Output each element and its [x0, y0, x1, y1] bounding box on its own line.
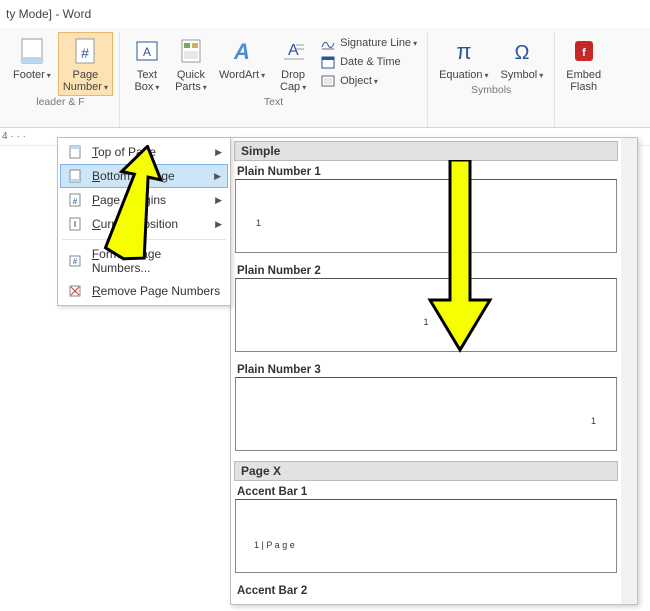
gallery-category-pagex: Page X — [234, 461, 618, 481]
object-icon — [320, 73, 336, 89]
preview-plain-1: 1 — [235, 179, 617, 253]
drop-cap-icon: A — [277, 35, 309, 67]
text-box-button[interactable]: A Text Box▾ — [126, 32, 168, 96]
gallery-category-simple: Simple — [234, 141, 618, 161]
menu-current-position[interactable]: Current Position ▶ Current Position — [60, 212, 228, 236]
symbol-icon: Ω — [506, 35, 538, 67]
signature-icon — [320, 35, 336, 51]
chevron-down-icon: ▾ — [539, 71, 543, 80]
gallery-item-plain-1[interactable]: Plain Number 1 1 — [235, 164, 617, 253]
remove-numbers-icon — [66, 283, 84, 299]
flash-icon: f — [568, 35, 600, 67]
page-bottom-icon — [66, 168, 84, 184]
preview-accent-1: 1 | P a g e — [235, 499, 617, 573]
svg-text:A: A — [233, 39, 250, 64]
gallery-item-accent-1[interactable]: Accent Bar 1 1 | P a g e — [235, 484, 617, 573]
ribbon-group-text: A Text Box▾ Quick Parts▾ A WordArt▾ A — [120, 32, 428, 127]
page-number-icon: # — [69, 35, 101, 67]
page-number-gallery: Simple Plain Number 1 1 Plain Number 2 1… — [230, 137, 638, 605]
quick-parts-button[interactable]: Quick Parts▾ — [170, 32, 212, 96]
menu-remove-page-numbers[interactable]: Remove Page Numbers Remove Page Numbers — [60, 279, 228, 303]
footer-button[interactable]: Footer▾ — [8, 32, 56, 84]
chevron-right-icon: ▶ — [215, 219, 222, 230]
svg-text:π: π — [456, 39, 471, 64]
chevron-down-icon: ▾ — [203, 83, 207, 92]
chevron-down-icon: ▾ — [302, 83, 306, 92]
page-number-button[interactable]: # Page Number▾ — [58, 32, 113, 96]
gallery-item-plain-2[interactable]: Plain Number 2 1 — [235, 263, 617, 352]
text-box-icon: A — [131, 35, 163, 67]
preview-plain-3: 1 — [235, 377, 617, 451]
gallery-item-accent-2[interactable]: Accent Bar 2 — [235, 583, 617, 598]
svg-text:f: f — [582, 47, 586, 59]
quick-parts-icon — [175, 35, 207, 67]
ribbon-group-symbols: π Equation▾ Ω Symbol▾ Symbols — [428, 32, 555, 127]
equation-icon: π — [448, 35, 480, 67]
chevron-right-icon: ▶ — [215, 147, 222, 158]
svg-text:Ω: Ω — [514, 42, 529, 64]
svg-text:A: A — [143, 45, 151, 59]
drop-cap-button[interactable]: A Drop Cap▾ — [272, 32, 314, 96]
svg-text:#: # — [73, 197, 78, 206]
title-bar: ty Mode] - Word — [0, 0, 650, 28]
svg-text:#: # — [81, 45, 89, 61]
preview-plain-2: 1 — [235, 278, 617, 352]
chevron-down-icon: ▾ — [413, 39, 417, 48]
chevron-down-icon: ▾ — [104, 83, 108, 92]
group-label-header-footer: leader & F — [36, 96, 84, 110]
group-label-text: Text — [264, 96, 283, 110]
chevron-right-icon: ▶ — [214, 171, 221, 182]
current-position-icon — [66, 216, 84, 232]
page-margins-icon: # — [66, 192, 84, 208]
date-time-icon — [320, 54, 336, 70]
chevron-down-icon: ▾ — [155, 83, 159, 92]
gallery-scrollbar[interactable] — [621, 138, 637, 604]
svg-text:#: # — [73, 257, 78, 266]
ribbon-group-header-footer: Footer▾ # Page Number▾ leader & F — [2, 32, 120, 127]
ribbon: Footer▾ # Page Number▾ leader & F A Text… — [0, 28, 650, 128]
chevron-down-icon: ▾ — [485, 71, 489, 80]
wordart-icon: A — [226, 35, 258, 67]
group-label-flash — [582, 96, 585, 110]
signature-line-button[interactable]: Signature Line▾ — [316, 34, 421, 52]
footer-icon — [16, 35, 48, 67]
ribbon-group-flash: f Embed Flash — [555, 32, 612, 127]
menu-top-of-page[interactable]: TTop of Pageop of Page ▶ — [60, 140, 228, 164]
chevron-down-icon: ▾ — [374, 77, 378, 86]
equation-button[interactable]: π Equation▾ — [434, 32, 493, 84]
gallery-item-plain-3[interactable]: Plain Number 3 1 — [235, 362, 617, 451]
page-top-icon — [66, 144, 84, 160]
wordart-button[interactable]: A WordArt▾ — [214, 32, 270, 84]
embed-flash-button[interactable]: f Embed Flash — [561, 32, 606, 96]
chevron-right-icon: ▶ — [215, 195, 222, 206]
menu-page-margins[interactable]: # Page Margins ▶ Page Margins — [60, 188, 228, 212]
object-button[interactable]: Object▾ — [316, 72, 421, 90]
menu-bottom-of-page[interactable]: Bottom of Page ▶ Bottom of Page — [60, 164, 228, 188]
window-title: ty Mode] - Word — [6, 7, 91, 21]
chevron-down-icon: ▾ — [47, 71, 51, 80]
page-number-menu: TTop of Pageop of Page ▶ Bottom of Page … — [57, 137, 231, 306]
ruler-marks: 4 · · · — [2, 131, 26, 142]
group-label-symbols: Symbols — [471, 84, 511, 98]
menu-format-page-numbers[interactable]: # Format Page Numbers... Format Page Num… — [60, 243, 228, 279]
date-time-button[interactable]: Date & Time — [316, 53, 421, 71]
format-numbers-icon: # — [66, 253, 84, 269]
chevron-down-icon: ▾ — [261, 71, 265, 80]
symbol-button[interactable]: Ω Symbol▾ — [496, 32, 549, 84]
